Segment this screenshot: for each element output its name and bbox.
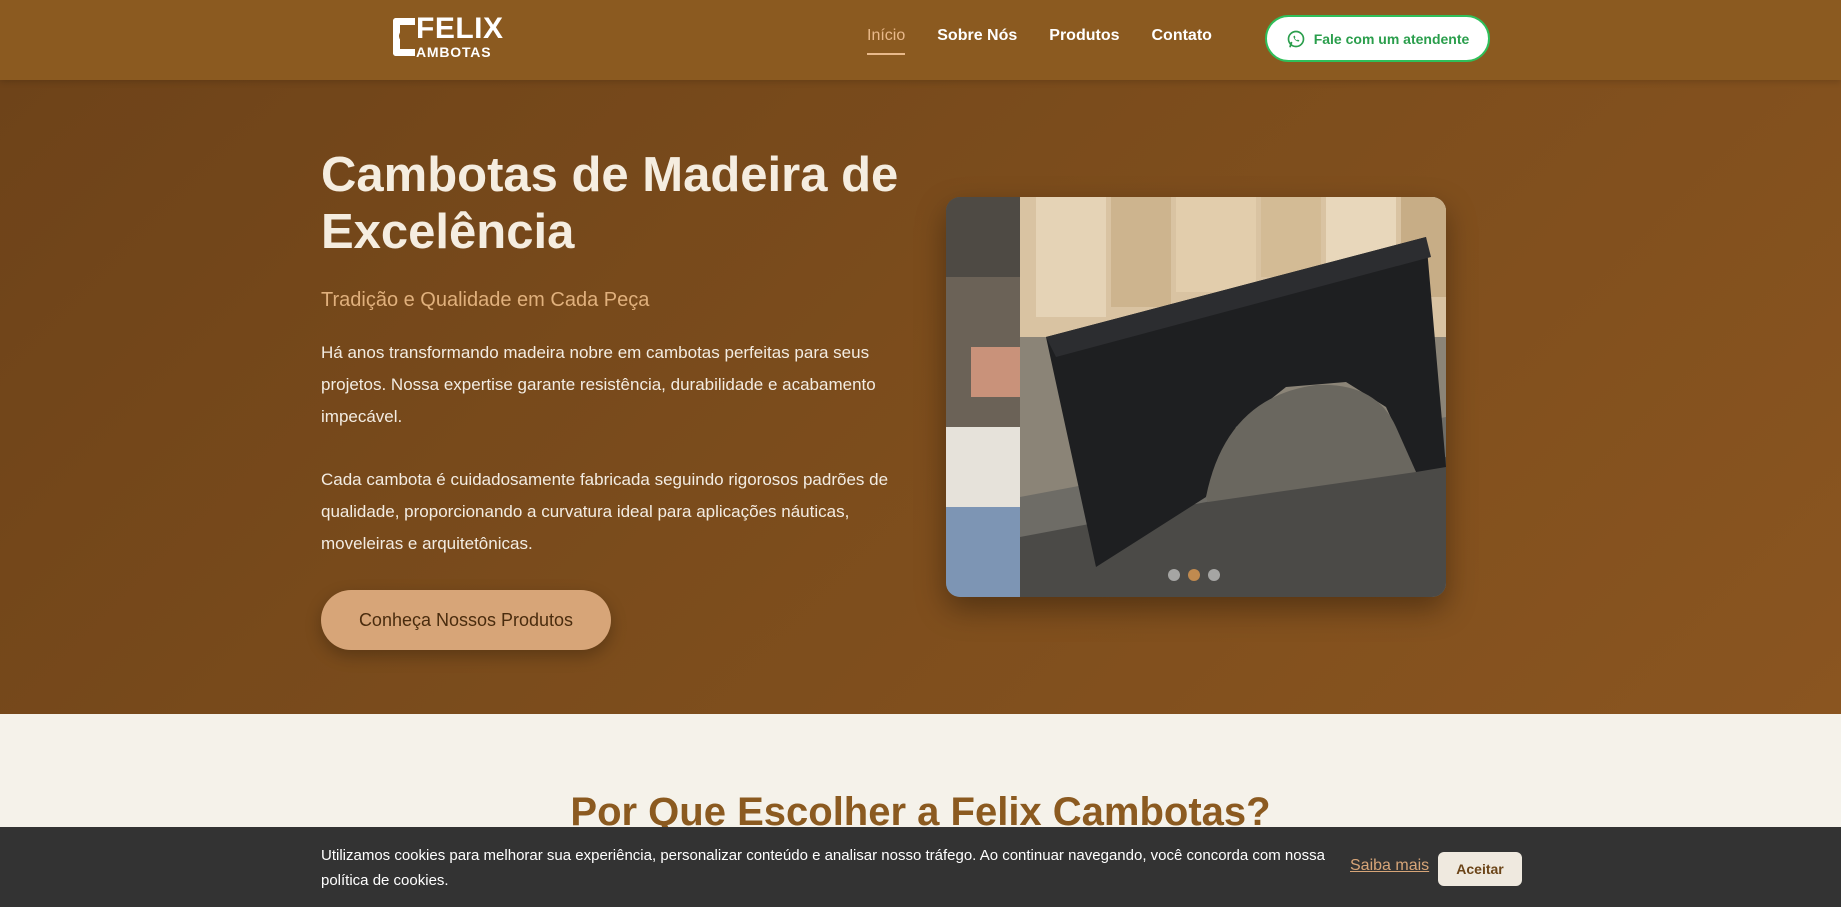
product-image-carousel[interactable] [946,197,1446,597]
logo-line2: AMBOTAS [416,43,492,60]
whatsapp-button-label: Fale com um atendente [1313,30,1470,47]
hero-subtitle: Tradição e Qualidade em Cada Peça [321,289,650,311]
logo-line1: FELIX [416,11,504,45]
hero-title: Cambotas de Madeira de Excelência [321,148,899,259]
hero-section: Cambotas de Madeira de Excelência Tradiç… [0,80,1841,714]
products-cta-button[interactable]: Conheça Nossos Produtos [321,590,611,650]
cookie-consent-text: Utilizamos cookies para melhorar sua exp… [321,847,1325,889]
main-nav: Início Sobre Nós Produtos Contato [867,27,1212,57]
carousel-dot-1[interactable] [1168,569,1180,581]
carousel-dot-2[interactable] [1188,569,1200,581]
whatsapp-contact-button[interactable]: Fale com um atendente [1265,15,1490,62]
nav-produtos[interactable]: Produtos [1049,27,1119,57]
nav-contato[interactable]: Contato [1151,27,1211,57]
cookie-consent-bar: Utilizamos cookies para melhorar sua exp… [0,827,1841,907]
site-header: FELIX AMBOTAS Início Sobre Nós Produtos … [0,0,1841,80]
cookie-learn-more-link[interactable]: Saiba mais [1350,857,1429,875]
logo[interactable]: FELIX AMBOTAS [393,11,504,60]
cookie-accept-button[interactable]: Aceitar [1438,852,1522,886]
hero-paragraph-1: Há anos transformando madeira nobre em c… [321,343,876,426]
whatsapp-icon [1287,30,1305,47]
hero-paragraph-2: Cada cambota é cuidadosamente fabricada … [321,470,889,553]
carousel-dot-3[interactable] [1208,569,1220,581]
carousel-dots [1168,569,1220,581]
logo-mark-icon [393,16,415,56]
nav-inicio[interactable]: Início [867,27,906,57]
carousel-slide-image [946,197,1446,597]
nav-sobre-nos[interactable]: Sobre Nós [937,27,1017,57]
